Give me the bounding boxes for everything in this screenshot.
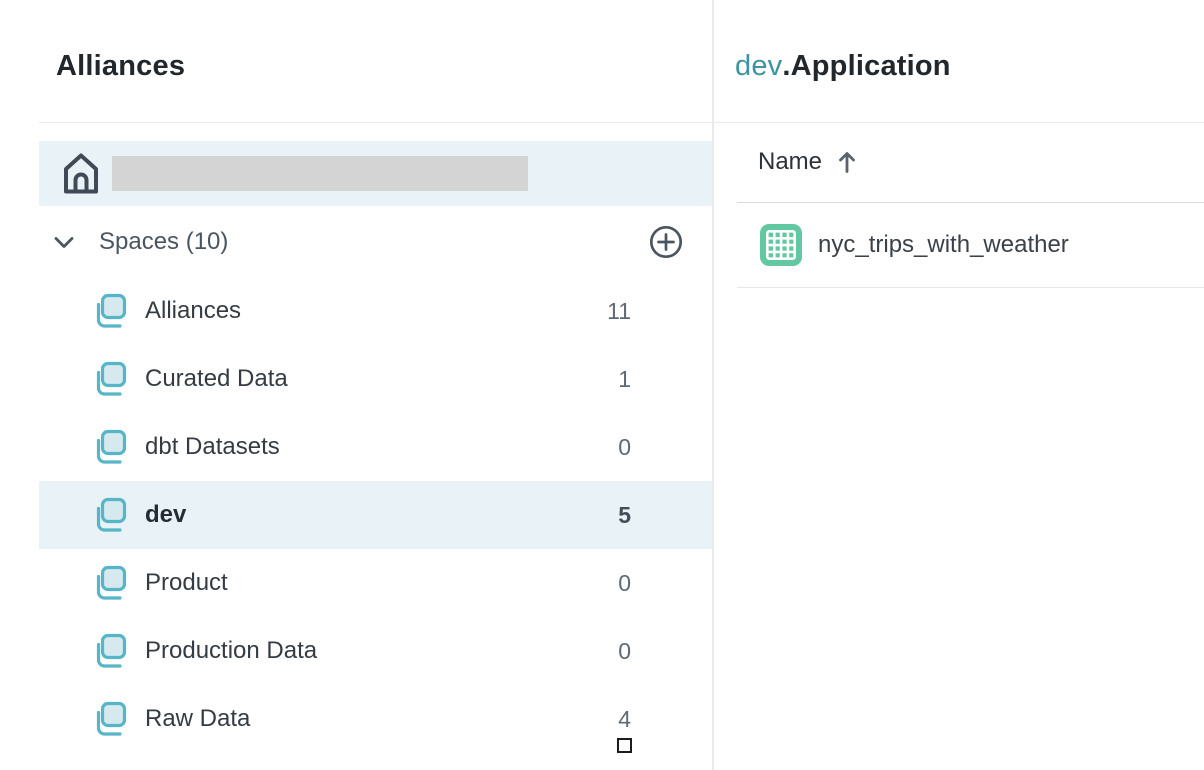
sidebar-space-item[interactable]: Raw Data 4	[39, 685, 712, 753]
row-divider	[737, 287, 1204, 288]
home-icon	[62, 151, 100, 196]
space-item-count: 4	[618, 706, 631, 733]
space-item-label: dbt Datasets	[145, 433, 280, 461]
catalog-panel: dev.Application Name nyc_trips_with_weat…	[714, 0, 1204, 770]
spaces-root-label[interactable]: Spaces (10)	[99, 228, 228, 256]
space-item-count: 1	[618, 366, 631, 393]
dataset-row[interactable]: nyc_trips_with_weather	[714, 203, 1204, 287]
dataset-name: nyc_trips_with_weather	[818, 231, 1069, 259]
sidebar-title-divider	[39, 122, 712, 123]
breadcrumb-space-link[interactable]: dev	[735, 50, 782, 82]
plus-circle-icon[interactable]	[649, 225, 683, 259]
space-item-label: Product	[145, 569, 228, 597]
home-row[interactable]	[39, 141, 712, 206]
sidebar-space-item[interactable]: Product 0	[39, 549, 712, 617]
app-window: Alliances Spaces (10) Alliances	[0, 0, 1204, 770]
page-title: dev.Application	[735, 50, 951, 83]
space-icon	[90, 292, 128, 330]
space-icon	[90, 700, 128, 738]
space-item-count: 11	[607, 298, 631, 325]
breadcrumb-folder-label: Application	[791, 50, 951, 82]
space-icon	[90, 360, 128, 398]
arrow-up-icon	[837, 150, 857, 174]
sidebar-space-item[interactable]: Alliances 11	[39, 277, 712, 345]
space-icon	[90, 496, 128, 534]
column-header-label: Name	[758, 148, 822, 176]
spaces-sidebar: Alliances Spaces (10) Alliances	[0, 0, 714, 770]
space-icon	[90, 632, 128, 670]
space-item-label: Production Data	[145, 637, 317, 665]
space-item-count: 0	[618, 434, 631, 461]
sidebar-space-item[interactable]: dev 5	[39, 481, 712, 549]
breadcrumb-separator: .	[782, 50, 790, 82]
space-icon	[90, 428, 128, 466]
space-item-label: Curated Data	[145, 365, 288, 393]
space-item-count: 0	[618, 638, 631, 665]
chevron-down-icon[interactable]	[53, 236, 75, 249]
spaces-list: Alliances 11 Curated Data 1 dbt Datasets…	[39, 277, 712, 753]
space-item-label: Alliances	[145, 297, 241, 325]
redacted-text-placeholder	[112, 156, 528, 191]
missing-glyph-square	[617, 738, 632, 753]
space-item-label: dev	[145, 501, 186, 529]
spaces-tree-root: Spaces (10)	[39, 208, 712, 276]
column-header-name[interactable]: Name	[758, 148, 857, 176]
space-item-label: Raw Data	[145, 705, 250, 733]
table-dataset-icon	[760, 224, 802, 266]
panel-title-divider	[714, 122, 1204, 123]
sidebar-space-item[interactable]: Production Data 0	[39, 617, 712, 685]
sidebar-space-item[interactable]: dbt Datasets 0	[39, 413, 712, 481]
dataset-list: nyc_trips_with_weather	[714, 203, 1204, 288]
space-icon	[90, 564, 128, 602]
space-item-count: 5	[618, 502, 631, 529]
space-item-count: 0	[618, 570, 631, 597]
sidebar-title: Alliances	[56, 50, 185, 83]
sidebar-space-item[interactable]: Curated Data 1	[39, 345, 712, 413]
